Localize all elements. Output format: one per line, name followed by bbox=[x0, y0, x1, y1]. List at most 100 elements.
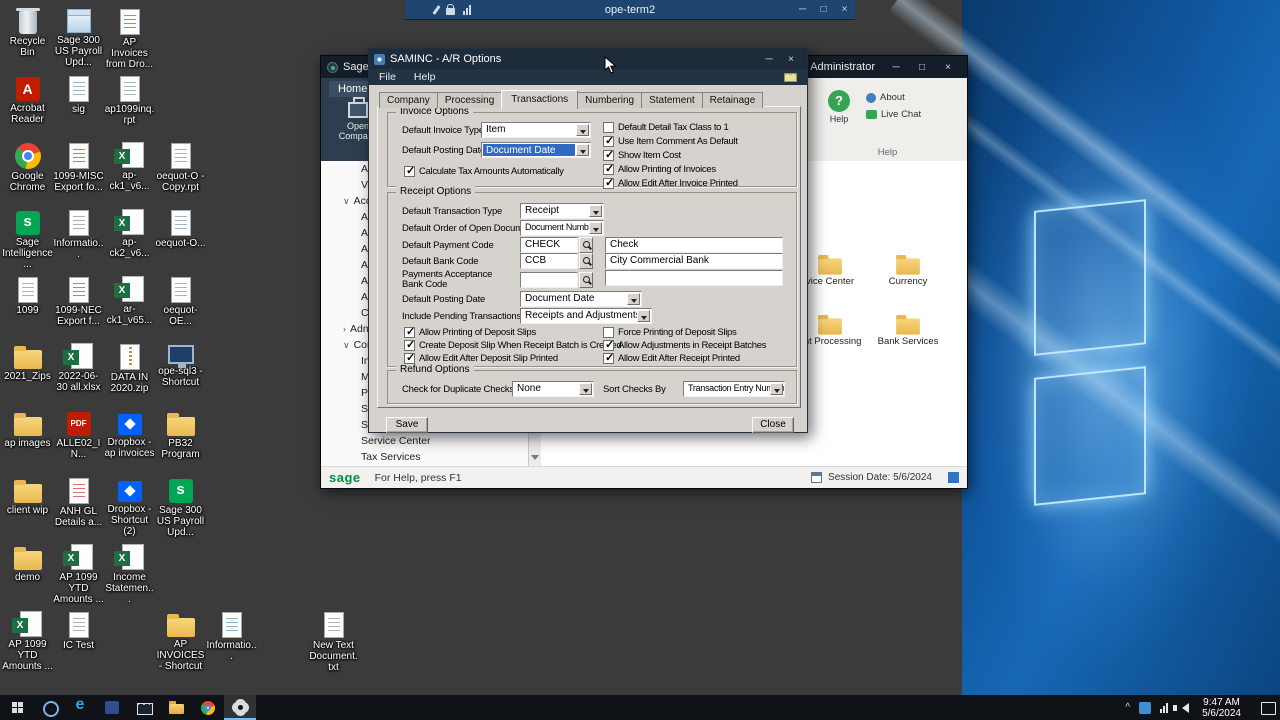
desktop-icon[interactable]: sig bbox=[53, 75, 104, 115]
payment-code-description[interactable]: Check bbox=[605, 237, 783, 253]
live-chat-button[interactable]: Live Chat bbox=[866, 109, 921, 120]
dropdown-arrow-icon[interactable] bbox=[589, 222, 602, 234]
default-transaction-type-select[interactable]: Receipt bbox=[520, 203, 604, 219]
checkbox-box[interactable] bbox=[603, 176, 614, 189]
checkbox-box[interactable] bbox=[603, 351, 614, 364]
tray-caret-icon[interactable]: ^ bbox=[1125, 702, 1130, 713]
checkbox-box[interactable] bbox=[603, 327, 614, 338]
desktop-icon[interactable]: 2022-06-30 all.xlsx bbox=[53, 343, 104, 393]
edge-icon[interactable] bbox=[64, 695, 96, 720]
desktop-icon[interactable]: 1099 bbox=[2, 276, 53, 316]
receipt-posting-date-select[interactable]: Document Date bbox=[520, 291, 642, 307]
checkbox[interactable]: Force Printing of Deposit Slips bbox=[603, 326, 766, 339]
checkbox-box[interactable] bbox=[404, 338, 415, 351]
teams-icon[interactable] bbox=[96, 695, 128, 720]
dialog-tab[interactable]: Transactions bbox=[501, 90, 579, 109]
desktop-icon[interactable]: Dropbox - Shortcut (2) bbox=[104, 477, 155, 537]
chrome-icon[interactable] bbox=[192, 695, 224, 720]
desktop-icon[interactable]: ap-ck1_v6... bbox=[104, 142, 155, 192]
volume-icon[interactable] bbox=[1173, 702, 1190, 713]
desktop-icon[interactable]: Dropbox - ap invoices bbox=[104, 410, 155, 459]
close-button[interactable]: × bbox=[780, 50, 802, 69]
minimize-button[interactable]: ─ bbox=[883, 57, 909, 78]
desktop-icon[interactable]: New Text Document.txt bbox=[308, 611, 359, 673]
dialog-tab[interactable]: Numbering bbox=[577, 92, 643, 108]
desktop-icon[interactable]: ap1099inq.rpt bbox=[104, 75, 155, 126]
dropdown-arrow-icon[interactable] bbox=[627, 293, 640, 305]
desktop-icon[interactable]: Google Chrome bbox=[2, 142, 53, 193]
desktop-icon[interactable]: ope-sql3 - Shortcut bbox=[155, 343, 206, 388]
nav-tree-item[interactable]: Service Center bbox=[321, 433, 540, 449]
desktop-icon[interactable]: client wip bbox=[2, 477, 53, 516]
checkbox[interactable]: Use Item Comment As Default bbox=[603, 134, 738, 148]
checkbox[interactable]: Allow Printing of Deposit Slips bbox=[404, 325, 621, 339]
minimize-button[interactable]: ─ bbox=[758, 50, 780, 69]
desktop-icon[interactable]: ALLE02_IN... bbox=[53, 410, 104, 460]
menu-help[interactable]: Help bbox=[414, 71, 436, 83]
desktop-icon[interactable]: DATA IN 2020.zip bbox=[104, 343, 155, 394]
network-icon[interactable] bbox=[1160, 702, 1169, 713]
default-invoice-type-select[interactable]: Item bbox=[481, 122, 591, 138]
file-explorer-icon[interactable] bbox=[160, 695, 192, 720]
default-order-open-docs-select[interactable]: Document Number bbox=[520, 220, 604, 236]
desktop-icon[interactable]: Sage 300 US Payroll Upd... bbox=[53, 8, 104, 68]
close-button[interactable]: Close bbox=[752, 417, 794, 433]
desktop-icon[interactable]: oequot-O... bbox=[155, 209, 206, 249]
checkbox[interactable]: Allow Adjustments in Receipt Batches bbox=[603, 338, 766, 352]
bank-code-finder-button[interactable] bbox=[579, 253, 593, 269]
desktop-icon[interactable]: Income Statemen... bbox=[104, 544, 155, 605]
desktop-icon[interactable]: ANH GL Details a... bbox=[53, 477, 104, 528]
about-button[interactable]: About bbox=[866, 92, 921, 103]
checkbox[interactable]: Create Deposit Slip When Receipt Batch i… bbox=[404, 338, 622, 352]
scroll-down-icon[interactable] bbox=[531, 455, 539, 464]
maximize-button[interactable]: □ bbox=[909, 57, 935, 78]
include-pending-transactions-select[interactable]: Receipts and Adjustments bbox=[520, 308, 652, 324]
checkbox-box[interactable] bbox=[603, 122, 614, 133]
checkbox[interactable]: Show Item Cost bbox=[603, 148, 738, 162]
checkbox-box[interactable] bbox=[603, 338, 614, 351]
desktop-icon[interactable]: oequot-OE... bbox=[155, 276, 206, 327]
dropdown-arrow-icon[interactable] bbox=[576, 124, 589, 136]
dropdown-arrow-icon[interactable] bbox=[576, 144, 589, 156]
checkbox[interactable]: Allow Edit After Receipt Printed bbox=[603, 351, 766, 365]
dialog-titlebar[interactable]: SAMINC - A/R Options ─ × bbox=[369, 49, 807, 69]
checkbox-box[interactable] bbox=[404, 351, 415, 364]
dialog-tab[interactable]: Company bbox=[379, 92, 438, 108]
cortana-button[interactable] bbox=[36, 695, 64, 720]
dropdown-arrow-icon[interactable] bbox=[637, 310, 650, 322]
desktop-icon[interactable]: ap images bbox=[2, 410, 53, 449]
acceptance-bank-description[interactable] bbox=[605, 270, 783, 286]
dropdown-arrow-icon[interactable] bbox=[589, 205, 602, 217]
module-folder[interactable]: Currency bbox=[869, 255, 947, 315]
expand-icon[interactable]: ∨ bbox=[343, 340, 350, 350]
expand-icon[interactable]: › bbox=[343, 324, 346, 334]
desktop-icon[interactable]: AP 1099 YTD Amounts ... bbox=[53, 544, 104, 605]
tray-app-icon[interactable] bbox=[1139, 701, 1152, 714]
desktop-icon[interactable]: Sage 300 US Payroll Upd... bbox=[155, 477, 206, 538]
calc-tax-checkbox[interactable]: Calculate Tax Amounts Automatically bbox=[404, 164, 564, 178]
dropdown-arrow-icon[interactable] bbox=[770, 383, 783, 395]
desktop-icon[interactable]: IC Test bbox=[53, 611, 104, 651]
checkbox[interactable]: Allow Edit After Invoice Printed bbox=[603, 176, 738, 190]
expand-icon[interactable]: ∨ bbox=[343, 196, 350, 206]
desktop-icon[interactable]: Sage Intelligence... bbox=[2, 209, 53, 270]
start-button[interactable] bbox=[0, 695, 36, 720]
desktop-icon[interactable]: PB32 Program bbox=[155, 410, 206, 460]
mail-icon[interactable] bbox=[128, 695, 160, 720]
menu-file[interactable]: File bbox=[379, 71, 396, 83]
settings-icon[interactable] bbox=[224, 695, 256, 720]
desktop-icon[interactable]: oequot-O - Copy.rpt bbox=[155, 142, 206, 193]
envelope-icon[interactable] bbox=[784, 72, 797, 82]
bank-code-description[interactable]: City Commercial Bank bbox=[605, 253, 783, 269]
checkbox-box[interactable] bbox=[603, 134, 614, 147]
checkbox[interactable]: Default Detail Tax Class to 1 bbox=[603, 121, 738, 134]
checkbox-box[interactable] bbox=[404, 325, 415, 338]
dialog-tab[interactable]: Retainage bbox=[701, 92, 764, 108]
dialog-tab[interactable]: Processing bbox=[436, 92, 503, 108]
desktop-icon[interactable]: AP 1099 YTD Amounts ... bbox=[2, 611, 53, 672]
checkbox-box[interactable] bbox=[603, 162, 614, 175]
check-duplicate-checks-select[interactable]: None bbox=[512, 381, 594, 397]
status-app-icon[interactable] bbox=[948, 472, 959, 483]
desktop-icon[interactable]: Recycle Bin bbox=[2, 8, 53, 58]
desktop-icon[interactable]: 1099-NEC Export f... bbox=[53, 276, 104, 327]
